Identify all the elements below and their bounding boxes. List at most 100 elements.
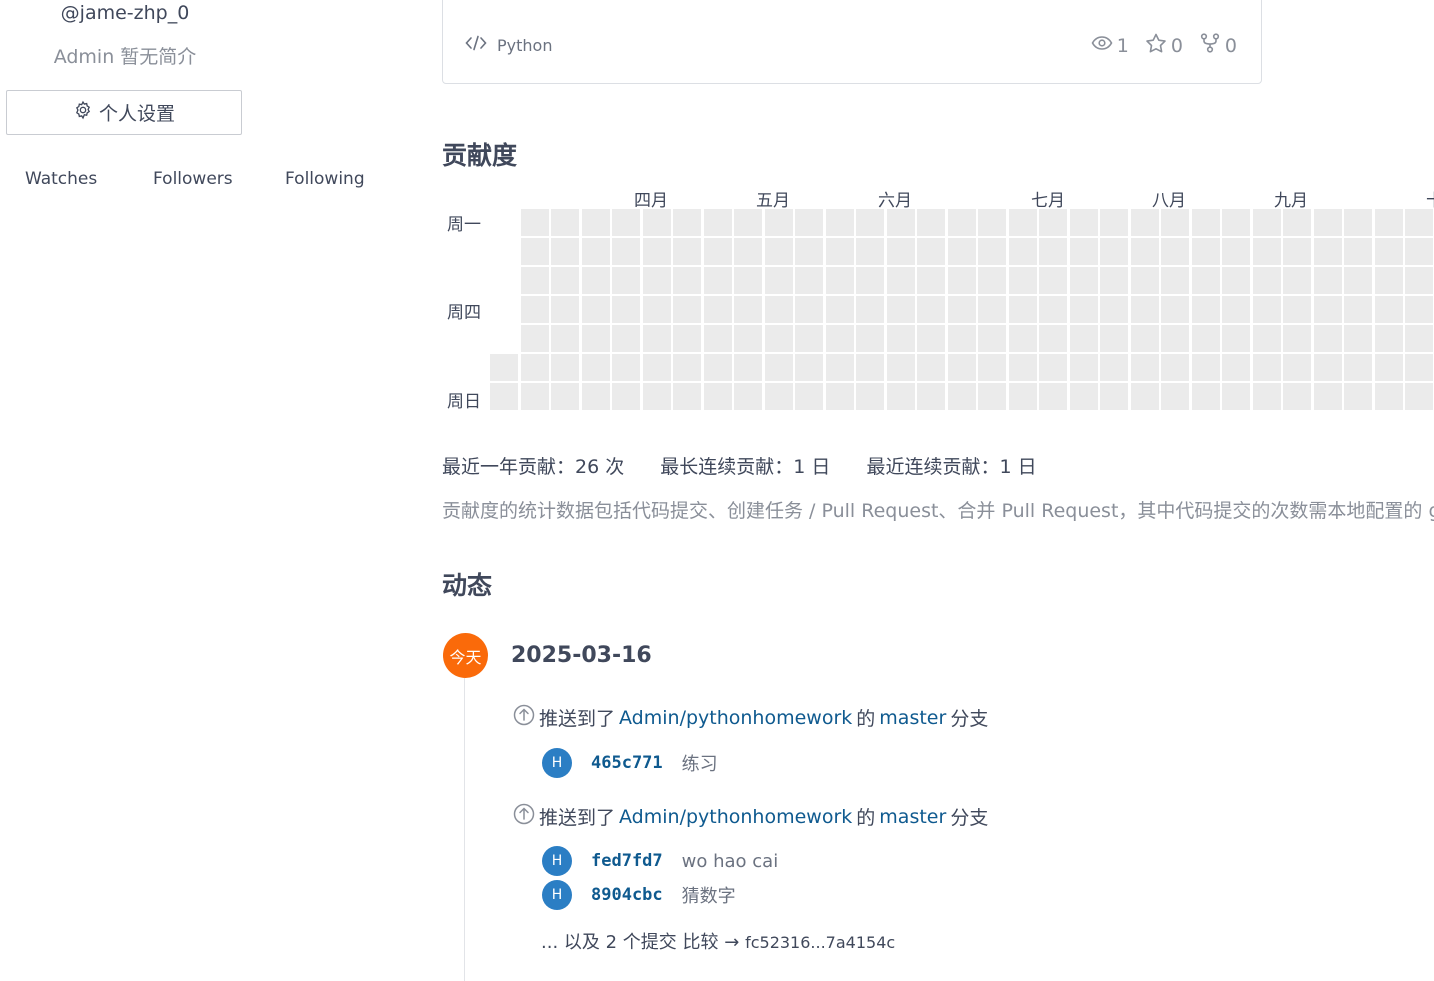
- followers-link[interactable]: Followers: [153, 169, 233, 189]
- heatmap-cell: [825, 383, 854, 410]
- heatmap-cell: [917, 296, 945, 323]
- heatmap-cell: [1100, 325, 1128, 352]
- push-suffix: 分支: [950, 807, 989, 829]
- compare-range[interactable]: fc52316...7a4154c: [745, 933, 895, 952]
- heatmap-cell: [1100, 296, 1128, 323]
- heatmap-cell: [1191, 325, 1220, 352]
- heatmap-cell: [886, 383, 915, 410]
- heatmap-cell: [1039, 267, 1067, 294]
- heatmap-cell: [1039, 325, 1067, 352]
- repo-link[interactable]: Admin/pythonhomework: [619, 707, 852, 729]
- heatmap-cell: [764, 209, 793, 236]
- repo-stars[interactable]: 0: [1145, 33, 1183, 58]
- following-link[interactable]: Following: [285, 169, 365, 189]
- branch-link[interactable]: master: [879, 806, 946, 828]
- heatmap-cell: [642, 238, 671, 265]
- heatmap-cell: [734, 267, 762, 294]
- heatmap-cell: [856, 238, 884, 265]
- commit-sha[interactable]: 465c771: [591, 753, 663, 773]
- heatmap-cell: [612, 383, 640, 410]
- heatmap-cell: [703, 354, 732, 381]
- heatmap-cell: [1374, 267, 1403, 294]
- heatmap-cell: [917, 354, 945, 381]
- heatmap-cell: [551, 267, 579, 294]
- heatmap-cell: [1069, 209, 1098, 236]
- more-commits: ... 以及 2 个提交 比较 → fc52316...7a4154c: [541, 928, 895, 954]
- heatmap-cell: [520, 354, 549, 381]
- heatmap-cell: [764, 354, 793, 381]
- repo-forks[interactable]: 0: [1199, 33, 1237, 58]
- profile-settings-button[interactable]: 个人设置: [6, 90, 242, 135]
- month-label: 五月: [756, 191, 790, 211]
- heatmap-cell: [886, 325, 915, 352]
- commit-sha[interactable]: 8904cbc: [591, 885, 663, 905]
- heatmap-cell: [1252, 267, 1281, 294]
- heatmap-cell: [1039, 209, 1067, 236]
- contributions-title: 贡献度: [442, 141, 518, 170]
- heatmap-cell: [886, 296, 915, 323]
- heatmap-cell: [1039, 296, 1067, 323]
- commit-sha[interactable]: fed7fd7: [591, 851, 663, 871]
- heatmap-cell: [1283, 383, 1311, 410]
- heatmap-cell: [1405, 325, 1433, 352]
- heatmap-cell: [1069, 238, 1098, 265]
- repo-card[interactable]: Python 1 0 0: [442, 0, 1262, 84]
- heatmap-cell: [1039, 238, 1067, 265]
- avatar[interactable]: H: [542, 846, 572, 876]
- heatmap-cell: [1100, 267, 1128, 294]
- heatmap-cell: [1374, 354, 1403, 381]
- heatmap-cell: [1161, 325, 1189, 352]
- heatmap-cell: [1222, 209, 1250, 236]
- heatmap-cell: [1222, 296, 1250, 323]
- heatmap-cell: [551, 354, 579, 381]
- heatmap-cell: [1344, 296, 1372, 323]
- contribution-current-streak: 最近连续贡献：1 日: [866, 456, 1037, 478]
- avatar[interactable]: H: [542, 880, 572, 910]
- day-label-thu: 周四: [447, 303, 481, 323]
- heatmap-cell: [1191, 267, 1220, 294]
- heatmap-cell: [1252, 209, 1281, 236]
- heatmap-cell: [703, 209, 732, 236]
- commit-message: 练习: [681, 754, 718, 775]
- heatmap-cell: [856, 209, 884, 236]
- heatmap-cell: [1405, 267, 1433, 294]
- heatmap-cell: [642, 267, 671, 294]
- repo-link[interactable]: Admin/pythonhomework: [619, 806, 852, 828]
- heatmap-cell: [825, 354, 854, 381]
- repo-stars-count: 0: [1170, 34, 1183, 57]
- heatmap-cell: [1008, 238, 1037, 265]
- commit-row: H fed7fd7 wo hao cai: [542, 846, 778, 876]
- heatmap-cell: [1252, 383, 1281, 410]
- heatmap-cell: [825, 325, 854, 352]
- heatmap-cell: [1374, 325, 1403, 352]
- branch-link[interactable]: master: [879, 707, 946, 729]
- heatmap-cell: [795, 296, 823, 323]
- push-event: 推送到了 Admin/pythonhomework 的 master 分支: [513, 704, 988, 731]
- heatmap-cell: [1283, 325, 1311, 352]
- activity-date: 2025-03-16: [511, 643, 652, 668]
- heatmap-cell: [1313, 267, 1342, 294]
- avatar[interactable]: H: [542, 748, 572, 778]
- commit-message: 猜数字: [681, 886, 736, 907]
- heatmap-cell: [520, 325, 549, 352]
- heatmap-cell: [673, 325, 701, 352]
- heatmap-cell: [917, 267, 945, 294]
- heatmap-cell: [551, 238, 579, 265]
- contribution-last-year: 最近一年贡献：26 次: [442, 456, 625, 478]
- repo-watchers[interactable]: 1: [1091, 33, 1129, 58]
- compare-link[interactable]: 比较 →: [683, 932, 740, 953]
- gear-icon: [73, 100, 93, 125]
- heatmap-cell: [1161, 383, 1189, 410]
- heatmap-cell: [1344, 209, 1372, 236]
- heatmap-cell: [1344, 354, 1372, 381]
- heatmap-cell: [978, 267, 1006, 294]
- push-prefix: 推送到了: [539, 708, 616, 730]
- heatmap-cell: [581, 296, 610, 323]
- heatmap-cell: [1313, 238, 1342, 265]
- heatmap-cell: [1008, 383, 1037, 410]
- heatmap-cell: [1130, 325, 1159, 352]
- heatmap-cell: [978, 383, 1006, 410]
- watches-link[interactable]: Watches: [25, 169, 97, 189]
- contribution-summary: 最近一年贡献：26 次 最长连续贡献：1 日 最近连续贡献：1 日: [442, 452, 1067, 479]
- heatmap-cell: [612, 354, 640, 381]
